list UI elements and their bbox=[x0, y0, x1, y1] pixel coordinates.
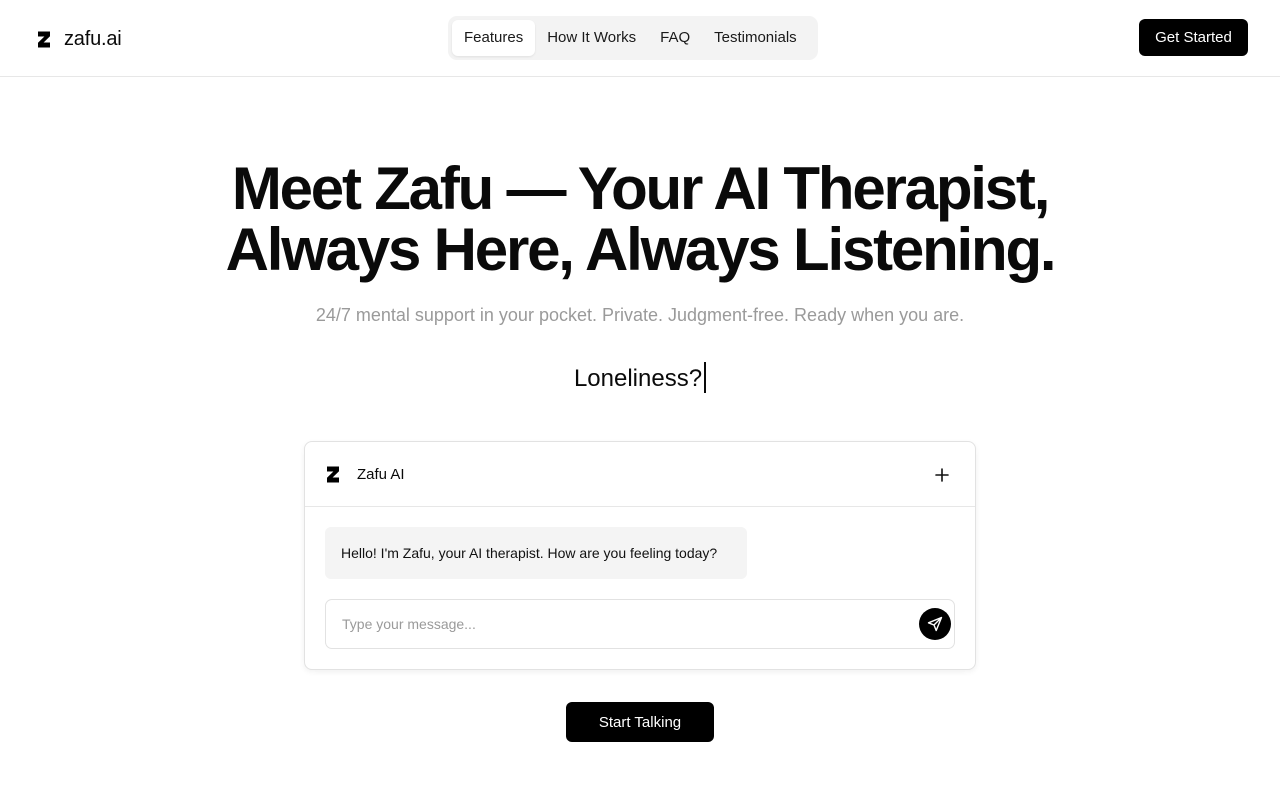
message-composer bbox=[325, 599, 955, 649]
hero-title-line-2: Always Here, Always Listening. bbox=[225, 216, 1057, 283]
nav-item-testimonials[interactable]: Testimonials bbox=[702, 20, 809, 56]
z-logo-icon bbox=[38, 31, 50, 47]
typing-headline: Loneliness? bbox=[0, 362, 1280, 393]
plus-icon bbox=[935, 468, 949, 482]
hero-title-line-1: Meet Zafu — Your AI Therapist, bbox=[231, 155, 1051, 222]
chat-title: Zafu AI bbox=[357, 465, 405, 483]
typing-text: Loneliness? bbox=[573, 365, 703, 392]
get-started-button[interactable]: Get Started bbox=[1139, 19, 1248, 56]
chat-header: Zafu AI bbox=[305, 442, 975, 507]
brand-name: zafu.ai bbox=[64, 27, 122, 50]
assistant-message: Hello! I'm Zafu, your AI therapist. How … bbox=[325, 527, 747, 579]
brand[interactable]: zafu.ai bbox=[36, 27, 122, 51]
start-talking-button[interactable]: Start Talking bbox=[566, 702, 714, 742]
chat-widget: Zafu AI Hello! I'm Zafu, your AI therapi… bbox=[304, 441, 976, 670]
nav-item-how-it-works[interactable]: How It Works bbox=[535, 20, 648, 56]
nav-item-features[interactable]: Features bbox=[452, 20, 536, 56]
send-icon bbox=[927, 616, 943, 632]
main-nav: Features How It Works FAQ Testimonials bbox=[448, 16, 818, 60]
nav-item-faq[interactable]: FAQ bbox=[648, 20, 702, 56]
send-button[interactable] bbox=[919, 608, 951, 640]
hero-title: Meet Zafu — Your AI Therapist, Always He… bbox=[0, 158, 1280, 280]
hero-subtitle: 24/7 mental support in your pocket. Priv… bbox=[315, 305, 965, 325]
site-header: zafu.ai Features How It Works FAQ Testim… bbox=[0, 0, 1280, 77]
message-input[interactable] bbox=[326, 600, 906, 648]
text-caret bbox=[704, 362, 707, 393]
z-logo-icon bbox=[327, 466, 339, 482]
new-chat-button[interactable] bbox=[931, 464, 953, 486]
